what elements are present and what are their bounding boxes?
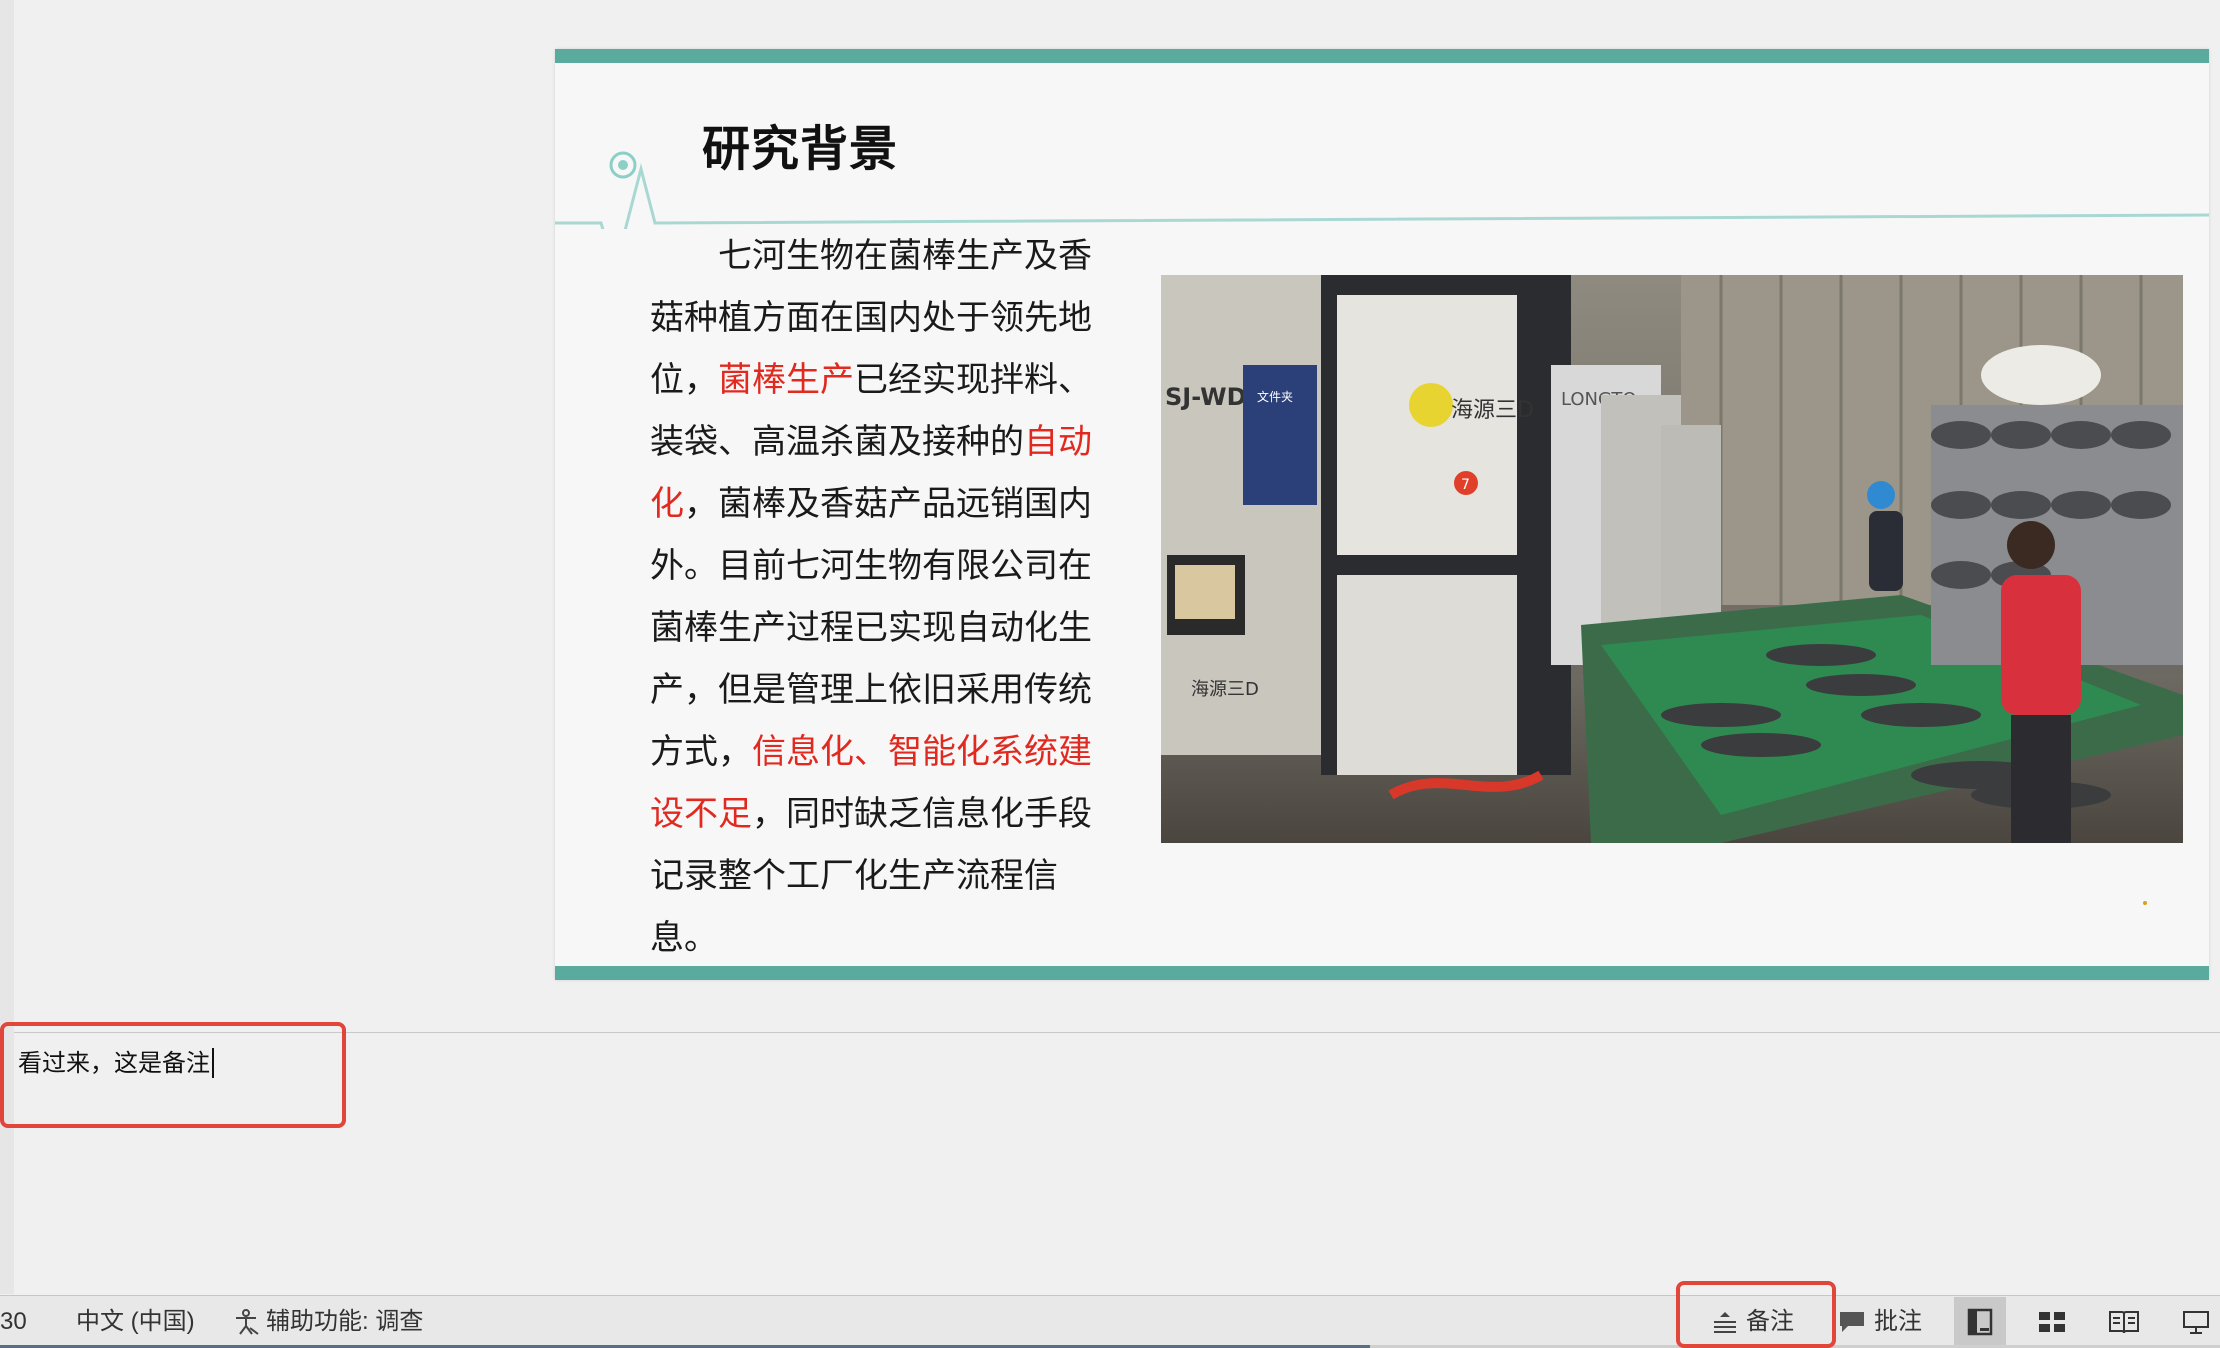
factory-photo[interactable]: SJ-WD 文件夹 海源三D 海源三D 7 LONGTO — [1161, 275, 2183, 843]
comments-button[interactable]: 批注 — [1838, 1308, 1922, 1336]
slide-body-text: 七河生物在菌棒生产及香菇种植方面在国内处于领先地位，菌棒生产已经实现拌料、装袋、… — [650, 225, 1120, 969]
slide-canvas[interactable]: 研究背景 七河生物在菌棒生产及香菇种植方面在国内处于领先地位，菌棒生产已经实现拌… — [555, 49, 2209, 980]
folder-tag: 文件夹 — [1257, 389, 1293, 404]
slide-bottom-bar — [555, 966, 2209, 980]
slide-top-bar — [555, 49, 2209, 63]
slide-sorter-button[interactable] — [2026, 1297, 2078, 1347]
comment-icon — [1840, 1312, 1864, 1332]
accessibility-icon — [236, 1309, 259, 1335]
slide-title: 研究背景 — [702, 121, 899, 177]
comments-button-label: 批注 — [1874, 1308, 1922, 1335]
language-indicator[interactable]: 中文 (中国) — [76, 1308, 195, 1336]
slide-sorter-icon — [2039, 1312, 2065, 1332]
machine-badge: 7 — [1461, 477, 1470, 493]
slide-number-indicator[interactable]: 30 — [0, 1308, 27, 1336]
machine-label-b2: 海源三D — [1191, 679, 1259, 700]
decorative-dot — [2143, 901, 2147, 905]
status-bar: 30 中文 (中国) 辅助功能: 调查 备注 批注 — [0, 1295, 2220, 1348]
reading-view-button[interactable] — [2098, 1297, 2150, 1347]
notes-button-highlight-box — [1676, 1281, 1836, 1348]
normal-view-icon — [1967, 1308, 1993, 1336]
accessibility-button[interactable]: 辅助功能: 调查 — [232, 1308, 423, 1336]
machine-label-b: 海源三D — [1451, 398, 1534, 423]
notes-highlight-box — [0, 1022, 346, 1128]
machine-label-a: SJ-WD — [1165, 383, 1247, 411]
body-segment: ，菌棒及香菇产品远销国内外。目前七河生物有限公司在菌棒生产过程已实现自动化生产，… — [650, 484, 1092, 772]
slide-editor: 研究背景 七河生物在菌棒生产及香菇种植方面在国内处于领先地位，菌棒生产已经实现拌… — [14, 0, 2220, 1032]
normal-view-button[interactable] — [1954, 1297, 2006, 1347]
slideshow-button[interactable] — [2170, 1297, 2220, 1347]
reading-view-icon — [2109, 1311, 2139, 1334]
accessibility-label: 辅助功能: 调查 — [266, 1308, 424, 1335]
body-highlight: 菌棒生产 — [718, 360, 854, 400]
slideshow-icon — [2183, 1311, 2209, 1334]
